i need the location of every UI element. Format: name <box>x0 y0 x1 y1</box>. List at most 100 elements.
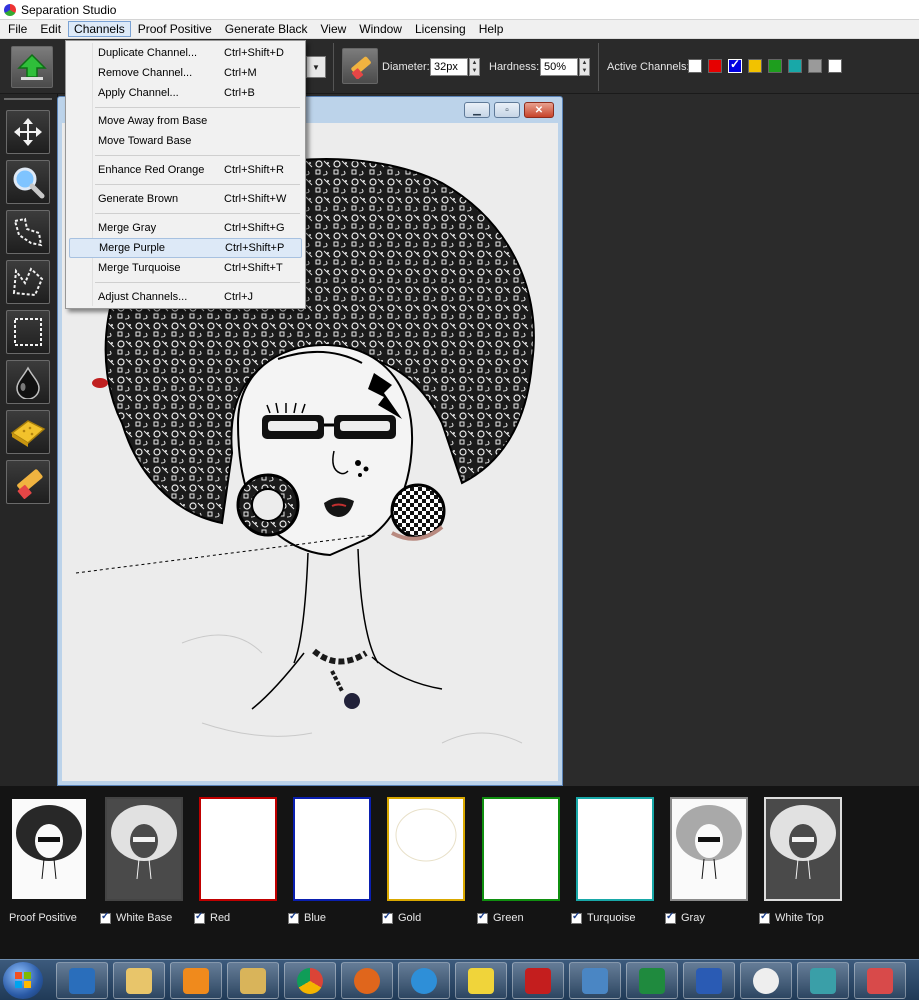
brush-dropdown-button[interactable]: ▼ <box>306 56 326 78</box>
channel-name: Gold <box>398 912 422 924</box>
eraser-tool-button[interactable] <box>342 48 378 84</box>
media-player-icon <box>183 967 209 994</box>
taskbar-folder-button[interactable] <box>227 962 279 999</box>
taskbar-excel-button[interactable] <box>626 962 678 999</box>
channel-thumbnail[interactable] <box>105 797 183 901</box>
tool-panel <box>0 94 58 786</box>
channel-thumbnail[interactable] <box>199 797 277 901</box>
channel-visibility-checkbox[interactable] <box>194 911 205 924</box>
sponge-tool-button[interactable] <box>6 410 50 454</box>
active-channel-swatch[interactable] <box>768 59 782 73</box>
channel-label[interactable]: Gray <box>665 911 705 924</box>
channel-visibility-checkbox[interactable] <box>571 911 582 924</box>
channel-name: Gray <box>681 912 705 924</box>
rectangle-select-tool-button[interactable] <box>6 310 50 354</box>
active-channel-swatch[interactable] <box>688 59 702 73</box>
channel-thumbnail[interactable] <box>10 797 88 901</box>
polygon-lasso-tool-button[interactable] <box>6 260 50 304</box>
lasso-icon <box>13 217 43 247</box>
channel-visibility-checkbox[interactable] <box>100 911 111 924</box>
taskbar-internet-explorer-button[interactable] <box>398 962 450 999</box>
channel-visibility-checkbox[interactable] <box>382 911 393 924</box>
channel-label: Proof Positive <box>9 912 77 924</box>
move-tool-button[interactable] <box>6 110 50 154</box>
active-channel-swatch[interactable] <box>748 59 762 73</box>
channel-name: Turquoise <box>587 912 636 924</box>
channel-label[interactable]: Red <box>194 911 230 924</box>
channel-thumbnail[interactable] <box>764 797 842 901</box>
menu-item-merge-purple[interactable]: Merge Purple Ctrl+Shift+P <box>69 238 302 258</box>
ink-drop-tool-button[interactable] <box>6 360 50 404</box>
channel-label[interactable]: Gold <box>382 911 422 924</box>
active-channel-swatch[interactable]: ✓ <box>728 57 742 73</box>
upload-button[interactable] <box>11 46 53 88</box>
taskbar-firefox-button[interactable] <box>341 962 393 999</box>
diameter-label: Diameter: <box>382 61 430 73</box>
menu-channels[interactable]: Channels <box>68 21 131 37</box>
eraser-tool-panel-button[interactable] <box>6 460 50 504</box>
lasso-tool-button[interactable] <box>6 210 50 254</box>
channel-visibility-checkbox[interactable] <box>288 911 299 924</box>
menu-generate-black[interactable]: Generate Black <box>219 21 314 37</box>
taskbar-media-player-button[interactable] <box>170 962 222 999</box>
menu-licensing[interactable]: Licensing <box>409 21 472 37</box>
menu-item-merge-gray[interactable]: Merge Gray Ctrl+Shift+G <box>69 218 302 238</box>
taskbar-chrome-button[interactable] <box>284 962 336 999</box>
diameter-field[interactable]: 32px <box>430 58 468 76</box>
active-channel-swatch[interactable] <box>788 59 802 73</box>
channel-thumbnail[interactable] <box>576 797 654 901</box>
menu-file[interactable]: File <box>2 21 33 37</box>
menu-separator <box>95 155 300 156</box>
taskbar-photo-viewer-button[interactable] <box>569 962 621 999</box>
menu-item-apply-channel[interactable]: Apply Channel... Ctrl+B <box>69 83 302 103</box>
diameter-stepper[interactable]: ▲ ▼ <box>469 58 480 76</box>
hardness-field[interactable]: 50% <box>540 58 578 76</box>
hardness-stepper[interactable]: ▲ ▼ <box>579 58 590 76</box>
menu-item-enhance-red-orange[interactable]: Enhance Red Orange Ctrl+Shift+R <box>69 160 302 180</box>
taskbar-file-explorer-button[interactable] <box>113 962 165 999</box>
channel-label[interactable]: White Top <box>759 911 824 924</box>
taskbar-color-app-button[interactable] <box>854 962 906 999</box>
close-button[interactable]: ✕ <box>524 102 554 118</box>
taskbar-quill-app-button[interactable] <box>797 962 849 999</box>
taskbar-outlook-button[interactable] <box>56 962 108 999</box>
channel-preview-illustration <box>12 799 86 899</box>
channel-thumbnail[interactable] <box>482 797 560 901</box>
maximize-button[interactable]: ▫ <box>494 102 520 118</box>
menu-item-duplicate-channel[interactable]: Duplicate Channel... Ctrl+Shift+D <box>69 43 302 63</box>
minimize-button[interactable]: ▁ <box>464 102 490 118</box>
menu-view[interactable]: View <box>315 21 353 37</box>
channel-visibility-checkbox[interactable] <box>665 911 676 924</box>
start-button[interactable] <box>3 962 43 999</box>
active-channel-swatch[interactable] <box>808 59 822 73</box>
menu-help[interactable]: Help <box>473 21 510 37</box>
menu-window[interactable]: Window <box>353 21 408 37</box>
menu-item-generate-brown[interactable]: Generate Brown Ctrl+Shift+W <box>69 189 302 209</box>
channel-label[interactable]: Turquoise <box>571 911 636 924</box>
taskbar <box>0 959 919 1000</box>
menu-item-remove-channel[interactable]: Remove Channel... Ctrl+M <box>69 63 302 83</box>
channel-label[interactable]: Green <box>477 911 524 924</box>
active-channel-swatch[interactable] <box>828 59 842 73</box>
channel-preview-illustration <box>672 799 746 899</box>
channel-thumbnail[interactable] <box>387 797 465 901</box>
channel-visibility-checkbox[interactable] <box>759 911 770 924</box>
menu-item-adjust-channels[interactable]: Adjust Channels... Ctrl+J <box>69 287 302 307</box>
menu-item-move-toward-base[interactable]: Move Toward Base <box>69 131 302 151</box>
channel-label[interactable]: Blue <box>288 911 326 924</box>
taskbar-acrobat-button[interactable] <box>512 962 564 999</box>
zoom-tool-button[interactable] <box>6 160 50 204</box>
channel-label[interactable]: White Base <box>100 911 172 924</box>
channel-visibility-checkbox[interactable] <box>477 911 488 924</box>
taskbar-app-yellow-button[interactable] <box>455 962 507 999</box>
channel-thumbnail[interactable] <box>670 797 748 901</box>
menu-item-merge-turquoise[interactable]: Merge Turquoise Ctrl+Shift+T <box>69 258 302 278</box>
menu-item-move-away-from-base[interactable]: Move Away from Base <box>69 111 302 131</box>
menu-proof-positive[interactable]: Proof Positive <box>132 21 218 37</box>
menu-edit[interactable]: Edit <box>34 21 67 37</box>
active-channel-swatch[interactable] <box>708 59 722 73</box>
channel-thumbnail[interactable] <box>293 797 371 901</box>
sponge-icon <box>10 420 46 447</box>
taskbar-crosshair-app-button[interactable] <box>740 962 792 999</box>
taskbar-word-button[interactable] <box>683 962 735 999</box>
